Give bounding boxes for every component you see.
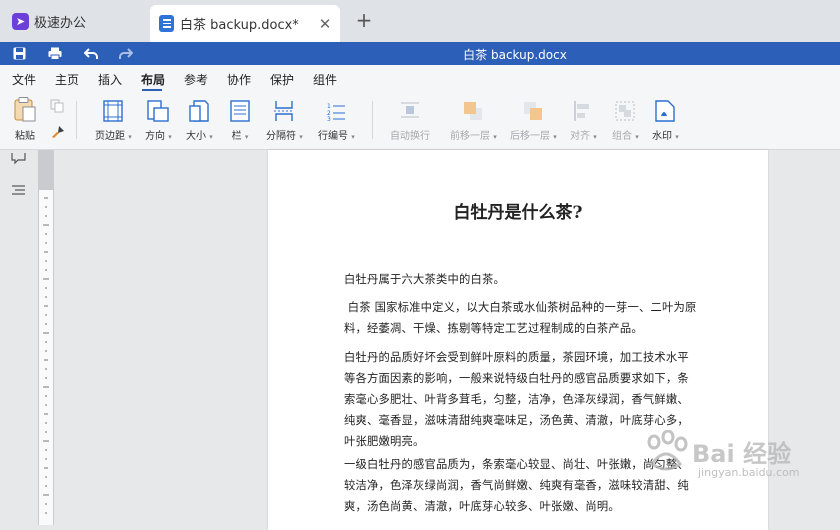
app-title: 极速办公	[34, 15, 87, 31]
paragraph-1: 白牡丹属于六大茶类中的白茶。	[344, 273, 505, 286]
new-tab-button[interactable]: +	[353, 9, 375, 31]
ribbon-toolbar: 粘贴 页边距 ▾ 方向 ▾ 大小 ▾ 栏 ▾ 分隔符 ▾ 123 行编号 ▾ 自…	[0, 93, 840, 150]
menu-references[interactable]: 参考	[184, 71, 208, 88]
menu-insert[interactable]: 插入	[98, 71, 122, 88]
orientation-icon	[147, 98, 170, 122]
margins-label: 页边距	[95, 131, 125, 142]
columns-label: 栏	[231, 131, 242, 142]
ruler-ticks	[43, 197, 49, 514]
bring-forward-label: 前移一层	[450, 131, 490, 142]
line-numbers-button[interactable]: 123 行编号 ▾	[318, 98, 355, 142]
quick-access-bar: 白茶 backup.docx	[0, 42, 840, 65]
group-icon	[614, 98, 636, 122]
document-title: 白牡丹是什么茶?	[453, 203, 583, 223]
columns-icon	[230, 98, 250, 122]
watermark-text: Bai 经验	[692, 440, 792, 468]
wrap-text-button[interactable]: 自动换行	[390, 98, 430, 142]
margins-icon	[103, 98, 124, 122]
close-icon[interactable]: ✕	[314, 15, 336, 33]
watermark-icon	[655, 98, 676, 122]
ribbon-separator	[372, 101, 373, 139]
svg-text:1: 1	[327, 103, 331, 110]
margins-button[interactable]: 页边距 ▾	[95, 98, 132, 142]
size-button[interactable]: 大小 ▾	[186, 98, 213, 142]
group-label: 组合	[612, 131, 632, 142]
breaks-label: 分隔符	[266, 131, 296, 142]
breaks-button[interactable]: 分隔符 ▾	[266, 98, 303, 142]
menu-collaborate[interactable]: 协作	[227, 71, 251, 88]
active-menu-indicator	[142, 89, 162, 91]
menu-protect[interactable]: 保护	[270, 71, 294, 88]
line-numbers-icon: 123	[326, 98, 346, 122]
vertical-ruler[interactable]	[38, 150, 54, 525]
app-tab[interactable]: ➤ 极速办公	[0, 0, 150, 42]
paste-icon	[13, 97, 37, 122]
menu-plugins[interactable]: 组件	[313, 71, 337, 88]
navigation-icon[interactable]	[11, 181, 26, 200]
paragraph-2: 白茶 国家标准中定义，以大白茶或水仙茶树品种的一芽一、二叶为原料，经萎凋、干燥、…	[344, 301, 697, 335]
size-label: 大小	[186, 131, 206, 142]
menu-bar: 文件 主页 插入 布局 参考 协作 保护 组件	[0, 65, 840, 93]
rocket-logo-icon: ➤	[12, 12, 29, 30]
watermark-url: jingyan.baidu.com	[698, 466, 800, 479]
send-backward-icon	[522, 98, 544, 122]
send-backward-label: 后移一层	[510, 131, 550, 142]
page-size-icon	[189, 98, 210, 122]
columns-button[interactable]: 栏 ▾	[230, 98, 250, 142]
wrap-text-label: 自动换行	[390, 131, 430, 142]
group-button[interactable]: 组合 ▾	[612, 98, 639, 142]
document-icon	[159, 15, 174, 32]
baidu-watermark: Bai 经验 jingyan.baidu.com	[640, 428, 840, 498]
align-icon	[573, 98, 593, 122]
left-panel	[0, 150, 38, 525]
menu-layout[interactable]: 布局	[141, 71, 165, 88]
menu-home[interactable]: 主页	[55, 71, 79, 88]
ribbon-separator	[76, 101, 77, 139]
paw-logo-icon	[647, 430, 688, 471]
svg-text:3: 3	[327, 116, 331, 122]
align-button[interactable]: 对齐 ▾	[570, 98, 597, 142]
bring-forward-button[interactable]: 前移一层 ▾	[450, 98, 497, 142]
wrap-text-icon	[400, 98, 420, 122]
tab-strip: ➤ 极速办公 白茶 backup.docx* ✕ +	[0, 0, 840, 42]
paste-label: 粘贴	[15, 131, 35, 142]
menu-file[interactable]: 文件	[12, 71, 36, 88]
breaks-icon	[273, 98, 295, 122]
brush-icon	[52, 126, 64, 138]
document-tab[interactable]: 白茶 backup.docx* ✕	[150, 5, 340, 42]
send-backward-button[interactable]: 后移一层 ▾	[510, 98, 557, 142]
paste-button[interactable]: 粘贴	[13, 97, 37, 142]
document-tab-title: 白茶 backup.docx*	[180, 18, 299, 33]
line-numbers-label: 行编号	[318, 131, 348, 142]
window-title: 白茶 backup.docx	[463, 48, 567, 62]
orientation-label: 方向	[145, 131, 165, 142]
watermark-label: 水印	[652, 131, 672, 142]
copy-icon	[50, 99, 64, 113]
orientation-button[interactable]: 方向 ▾	[145, 98, 172, 142]
comment-icon[interactable]	[11, 150, 26, 169]
bring-forward-icon	[462, 98, 484, 122]
copy-button[interactable]	[50, 99, 64, 113]
align-label: 对齐	[570, 131, 590, 142]
format-painter-button[interactable]	[50, 125, 65, 139]
watermark-button[interactable]: 水印 ▾	[652, 98, 679, 142]
